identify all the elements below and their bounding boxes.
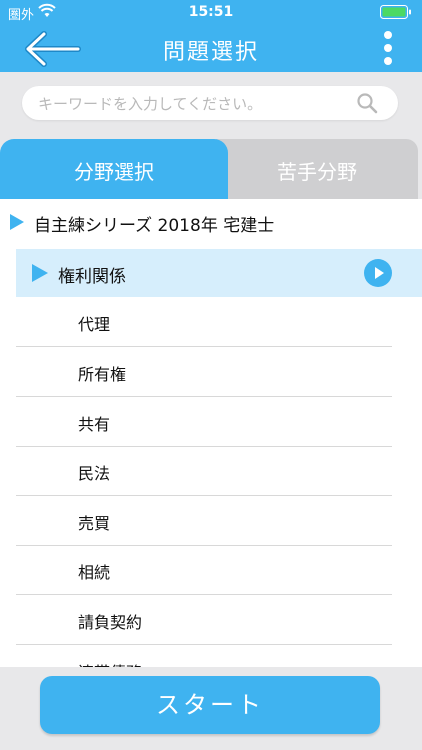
list-root-item[interactable]: 自主練シリーズ 2018年 宅建士 (0, 199, 422, 245)
bottom-bar: スタート (0, 667, 422, 750)
list-root-label: 自主練シリーズ 2018年 宅建士 (34, 216, 275, 236)
nav-bar: 問題選択 (0, 24, 422, 72)
expand-triangle-icon (10, 214, 24, 230)
list-item[interactable]: 連帯債務 (16, 645, 392, 667)
list-item-label: 所有権 (78, 365, 127, 384)
more-menu-icon[interactable] (382, 28, 394, 68)
list-item-label: 代理 (78, 315, 111, 334)
status-bar: 圏外 15:51 (0, 0, 422, 24)
list-item-label: 売買 (78, 514, 111, 533)
tab-weak-fields-label: 苦手分野 (277, 160, 357, 184)
search-icon[interactable] (356, 92, 378, 114)
list-item-label: 民法 (78, 464, 111, 483)
question-list: 自主練シリーズ 2018年 宅建士 権利関係 代理 所有権 共有 民法 売買 相… (0, 199, 422, 667)
tab-field-selection-label: 分野選択 (74, 160, 154, 184)
list-item-label: 共有 (78, 415, 111, 434)
battery-icon (380, 5, 411, 19)
menu-dot (384, 44, 392, 52)
list-item[interactable]: 請負契約 (16, 595, 392, 645)
list-item[interactable]: 共有 (16, 397, 392, 447)
start-button[interactable]: スタート (40, 676, 380, 734)
tab-field-selection[interactable]: 分野選択 (0, 139, 228, 199)
list-item-label: 連帯債務 (78, 659, 142, 667)
expand-triangle-icon (32, 264, 48, 282)
category-label: 権利関係 (58, 267, 126, 287)
menu-dot (384, 31, 392, 39)
page-title: 問題選択 (162, 40, 259, 65)
list-item[interactable]: 所有権 (16, 347, 392, 397)
menu-dot (384, 57, 392, 65)
search-input[interactable] (36, 86, 350, 122)
tab-weak-fields[interactable]: 苦手分野 (216, 139, 418, 199)
category-row[interactable]: 権利関係 (16, 249, 422, 297)
list-item-label: 請負契約 (78, 613, 143, 632)
status-time: 15:51 (188, 4, 234, 20)
play-circle-icon[interactable] (364, 259, 392, 287)
list-item[interactable]: 民法 (16, 446, 392, 496)
list-item-label: 相続 (78, 563, 111, 582)
list-item[interactable]: 代理 (16, 297, 392, 347)
search-bar (22, 86, 398, 122)
list-item[interactable]: 売買 (16, 496, 392, 546)
list-item[interactable]: 相続 (16, 545, 392, 595)
